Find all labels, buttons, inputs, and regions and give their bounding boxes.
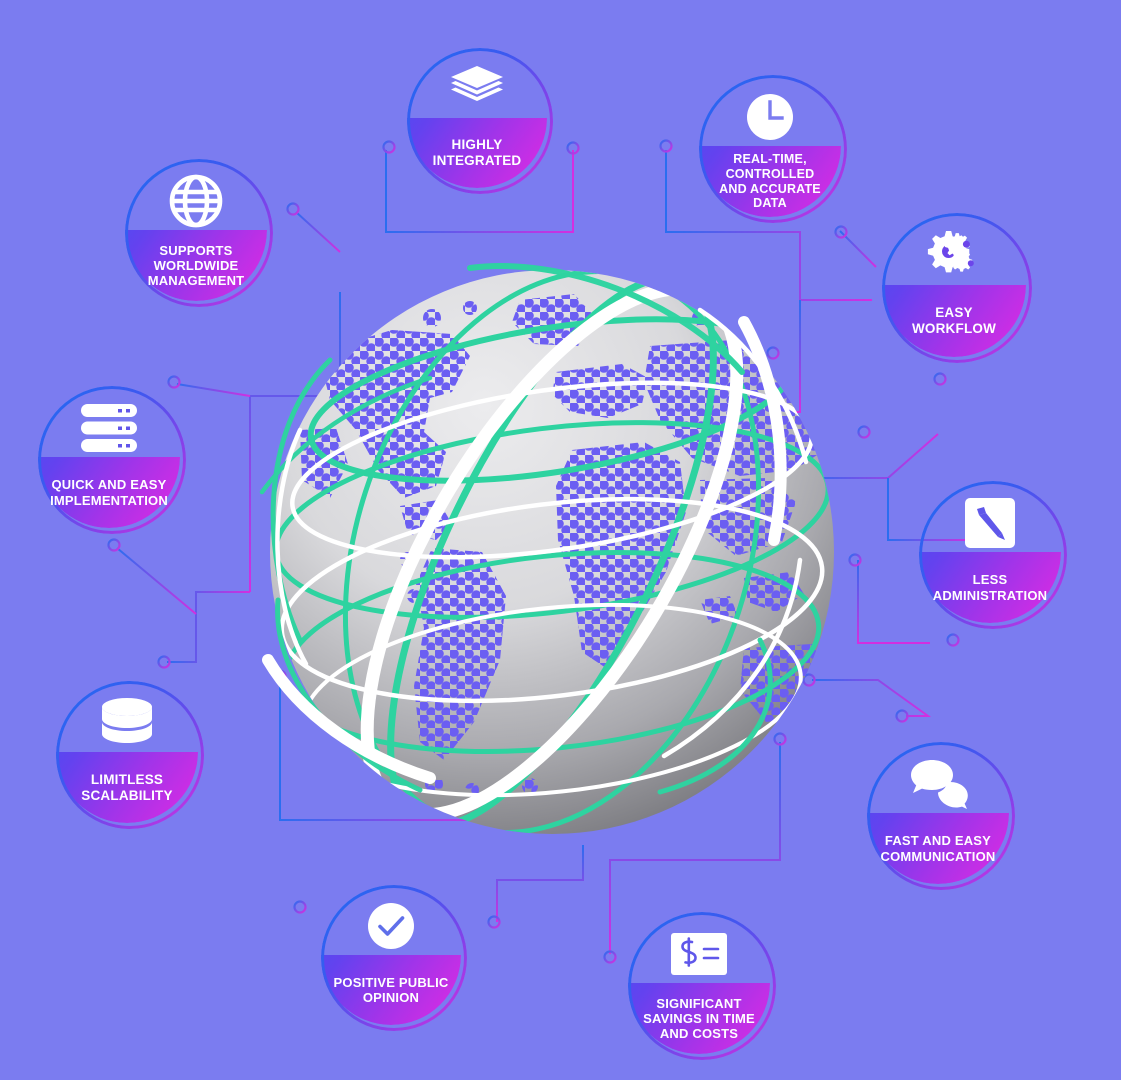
speech-bubbles-icon [908, 759, 968, 809]
gears-icon [924, 231, 984, 277]
bubble-label: LESS ADMINISTRATION [932, 572, 1048, 603]
bubble-label: FAST AND EASY COMMUNICATION [880, 833, 996, 864]
bubble-label: SUPPORTS WORLDWIDE MANAGEMENT [147, 242, 245, 289]
bubble-label: SIGNIFICANT SAVINGS IN TIME AND COSTS [643, 995, 755, 1042]
clock-icon [746, 93, 794, 140]
server-rack-icon [80, 403, 138, 452]
pen-document-icon [964, 497, 1016, 548]
globe-grid-icon [169, 174, 223, 228]
feature-bubbles-layer: HIGHLY INTEGRATED REAL-TIME, CONTROLLED … [0, 0, 1121, 1080]
invoice-dollar-icon [670, 932, 728, 975]
bubble-label: HIGHLY INTEGRATED [432, 137, 522, 168]
bubble-label: EASY WORKFLOW [911, 305, 997, 336]
feature-bubble-limitless-scalability[interactable]: LIMITLESS SCALABILITY [56, 681, 204, 829]
feature-bubble-less-administration[interactable]: LESS ADMINISTRATION [919, 481, 1067, 629]
infographic-canvas: HIGHLY INTEGRATED REAL-TIME, CONTROLLED … [0, 0, 1121, 1080]
feature-bubble-quick-and-easy-implementation[interactable]: QUICK AND EASY IMPLEMENTATION [38, 386, 186, 534]
bubble-label: POSITIVE PUBLIC OPINION [333, 974, 449, 1005]
check-circle-icon [367, 903, 415, 950]
bubble-label: QUICK AND EASY IMPLEMENTATION [50, 477, 168, 508]
layers-icon [449, 66, 505, 110]
feature-bubble-real-time-controlled-and-accurate-data[interactable]: REAL-TIME, CONTROLLED AND ACCURATE DATA [699, 75, 847, 223]
feature-bubble-fast-and-easy-communication[interactable]: FAST AND EASY COMMUNICATION [867, 742, 1015, 890]
feature-bubble-positive-public-opinion[interactable]: POSITIVE PUBLIC OPINION [321, 885, 467, 1031]
feature-bubble-highly-integrated[interactable]: HIGHLY INTEGRATED [407, 48, 553, 194]
feature-bubble-easy-workflow[interactable]: EASY WORKFLOW [882, 213, 1032, 363]
bubble-label: REAL-TIME, CONTROLLED AND ACCURATE DATA [719, 152, 821, 211]
feature-bubble-supports-worldwide-management[interactable]: SUPPORTS WORLDWIDE MANAGEMENT [125, 159, 273, 307]
feature-bubble-significant-savings-in-time-and-costs[interactable]: SIGNIFICANT SAVINGS IN TIME AND COSTS [628, 912, 776, 1060]
bubble-label: LIMITLESS SCALABILITY [81, 771, 173, 803]
database-icon [100, 697, 154, 743]
